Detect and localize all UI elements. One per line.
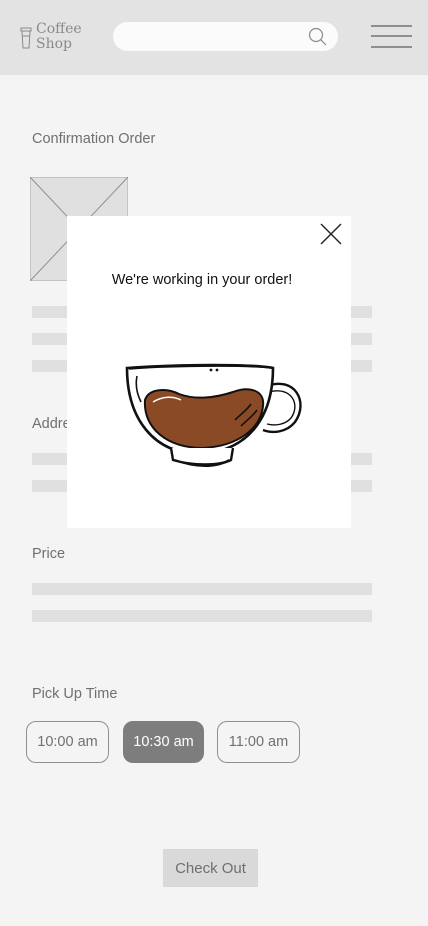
- modal-message: We're working in your order!: [111, 272, 293, 288]
- logo-line-1: Coffee: [36, 21, 82, 37]
- hamburger-menu-icon[interactable]: [371, 24, 413, 49]
- close-icon[interactable]: [319, 222, 343, 246]
- time-option-1000[interactable]: 10:00 am: [26, 721, 109, 763]
- logo-text: Coffee Shop: [36, 22, 82, 52]
- price-line: [32, 610, 372, 622]
- coffee-cup-icon: [20, 27, 32, 49]
- order-title: Confirmation Order: [32, 131, 156, 147]
- logo[interactable]: Coffee Shop: [20, 22, 82, 52]
- price-label: Price: [32, 546, 66, 562]
- price-line: [32, 583, 372, 595]
- search-icon[interactable]: [308, 27, 328, 47]
- logo-line-2: Shop: [36, 36, 72, 52]
- time-option-1030[interactable]: 10:30 am: [123, 721, 204, 763]
- checkout-button[interactable]: Check Out: [163, 849, 258, 887]
- pickup-time-label: Pick Up Time: [32, 686, 118, 702]
- pickup-time-options: 10:00 am 10:30 am 11:00 am: [26, 721, 300, 763]
- order-status-modal: We're working in your order!: [67, 216, 351, 528]
- app-header: Coffee Shop: [0, 0, 428, 75]
- time-option-1100[interactable]: 11:00 am: [217, 721, 300, 763]
- coffee-cup-icon: [125, 363, 302, 467]
- search-input[interactable]: [113, 22, 338, 51]
